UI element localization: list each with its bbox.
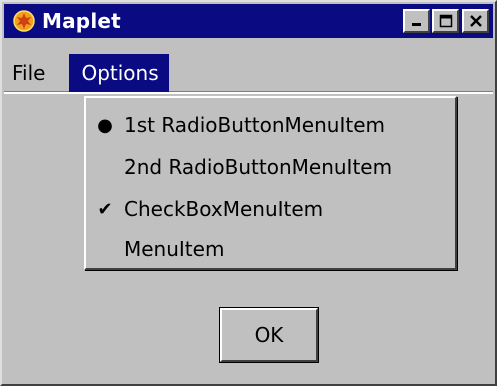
menu-item-label: MenuItem bbox=[124, 237, 225, 261]
menu-item-checkbox[interactable]: ✔ CheckBoxMenuItem bbox=[86, 188, 455, 230]
maximize-icon bbox=[439, 14, 452, 28]
menu-item-label: 2nd RadioButtonMenuItem bbox=[124, 155, 393, 179]
ok-button[interactable]: OK bbox=[219, 307, 319, 363]
options-dropdown-menu: ● 1st RadioButtonMenuItem 2nd RadioButto… bbox=[84, 96, 457, 270]
minimize-icon bbox=[411, 23, 421, 26]
radio-selected-icon: ● bbox=[97, 114, 113, 136]
menu-item-plain[interactable]: MenuItem bbox=[86, 228, 455, 270]
menu-bar: File Options bbox=[4, 54, 493, 94]
minimize-button[interactable] bbox=[403, 9, 430, 33]
menu-item-label: CheckBoxMenuItem bbox=[124, 197, 324, 221]
menu-item-label: 1st RadioButtonMenuItem bbox=[124, 113, 385, 137]
window-title: Maplet bbox=[42, 9, 121, 33]
menu-item-2nd-radio[interactable]: 2nd RadioButtonMenuItem bbox=[86, 146, 455, 188]
window-controls bbox=[403, 9, 489, 33]
close-icon bbox=[469, 15, 482, 27]
menu-item-1st-radio[interactable]: ● 1st RadioButtonMenuItem bbox=[86, 104, 455, 146]
menu-options[interactable]: Options bbox=[69, 54, 169, 92]
close-button[interactable] bbox=[462, 9, 489, 33]
menu-file[interactable]: File bbox=[4, 54, 59, 92]
ok-button-label: OK bbox=[220, 308, 318, 362]
maximize-button[interactable] bbox=[432, 9, 459, 33]
checkmark-icon: ✔ bbox=[97, 198, 113, 220]
maple-leaf-icon bbox=[10, 7, 38, 35]
title-bar[interactable]: Maplet bbox=[4, 4, 493, 38]
